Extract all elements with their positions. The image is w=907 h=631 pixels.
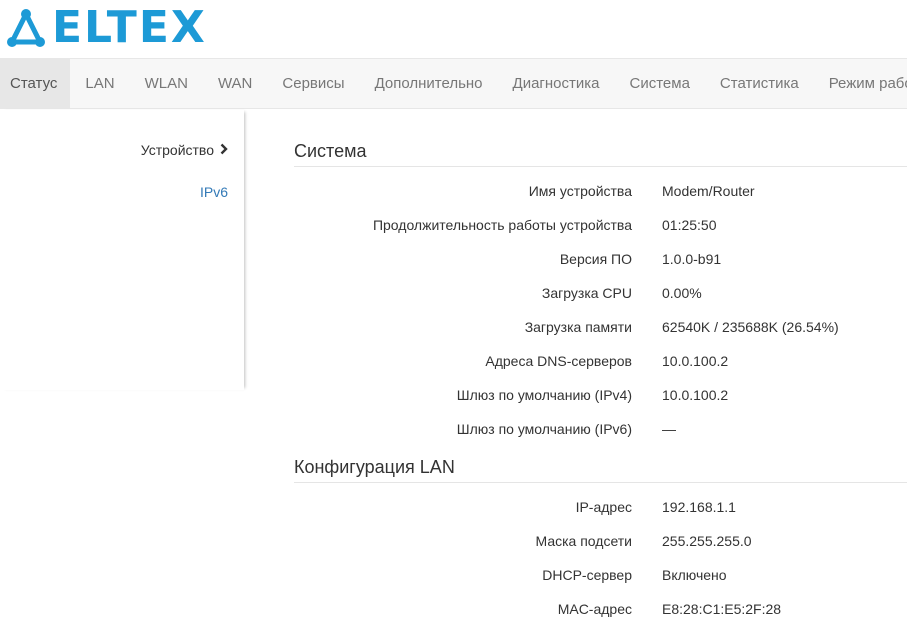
main-navbar: Статус LAN WLAN WAN Сервисы Дополнительн… <box>0 58 907 109</box>
info-row: Маска подсети 255.255.255.0 <box>294 531 907 551</box>
system-section-title: Система <box>294 141 907 167</box>
row-value: Включено <box>662 567 727 583</box>
row-label: Маска подсети <box>535 533 633 549</box>
info-row: Загрузка CPU 0.00% <box>294 283 907 303</box>
row-label: Загрузка памяти <box>524 319 632 335</box>
info-row: IP-адрес 192.168.1.1 <box>294 497 907 517</box>
nav-tab-status[interactable]: Статус <box>0 59 71 108</box>
row-value: 62540K / 235688K (26.54%) <box>662 319 839 335</box>
row-value: 10.0.100.2 <box>662 353 729 369</box>
chevron-right-icon <box>220 142 228 158</box>
info-row: Шлюз по умолчанию (IPv4) 10.0.100.2 <box>294 385 907 405</box>
nav-tab-wan[interactable]: WAN <box>203 59 267 108</box>
row-value: 192.168.1.1 <box>662 499 736 515</box>
row-label: Продолжительность работы устройства <box>372 217 632 233</box>
row-value: Modem/Router <box>662 183 755 199</box>
nav-tab-operation-mode[interactable]: Режим работы <box>814 59 907 108</box>
nav-tab-services[interactable]: Сервисы <box>267 59 359 108</box>
nav-tab-system[interactable]: Система <box>615 59 705 108</box>
sidebar-item-ipv6[interactable]: IPv6 <box>200 184 228 200</box>
nav-tab-lan[interactable]: LAN <box>70 59 129 108</box>
nav-tab-diagnostics[interactable]: Диагностика <box>498 59 615 108</box>
side-menu: Устройство IPv6 <box>0 110 244 390</box>
row-label: Версия ПО <box>559 251 632 267</box>
info-row: DHCP-сервер Включено <box>294 565 907 585</box>
row-value: 1.0.0-b91 <box>662 251 722 267</box>
lan-section-title: Конфигурация LAN <box>294 457 907 483</box>
row-label: IP-адрес <box>575 499 632 515</box>
row-value: 255.255.255.0 <box>662 533 752 549</box>
nav-tab-statistics[interactable]: Статистика <box>705 59 814 108</box>
row-label: DHCP-сервер <box>542 567 632 583</box>
eltex-logo-text: ELTEX <box>52 2 207 53</box>
sidebar-item-label: Устройство <box>140 142 214 158</box>
sidebar-item-device[interactable]: Устройство <box>141 142 228 158</box>
row-label: Адреса DNS-серверов <box>485 353 632 369</box>
eltex-logo: ELTEX <box>4 6 207 50</box>
nav-tab-advanced[interactable]: Дополнительно <box>360 59 498 108</box>
row-value: 01:25:50 <box>662 217 717 233</box>
row-label: Шлюз по умолчанию (IPv4) <box>456 387 632 403</box>
row-label: MAC-адрес <box>557 601 632 617</box>
info-row: Шлюз по умолчанию (IPv6) — <box>294 419 907 439</box>
row-label: Шлюз по умолчанию (IPv6) <box>456 421 632 437</box>
row-value: 0.00% <box>662 285 702 301</box>
info-row: MAC-адрес E8:28:C1:E5:2F:28 <box>294 599 907 619</box>
info-row: Загрузка памяти 62540K / 235688K (26.54%… <box>294 317 907 337</box>
row-value: E8:28:C1:E5:2F:28 <box>662 601 782 617</box>
nav-tab-wlan[interactable]: WLAN <box>130 59 203 108</box>
info-row: Адреса DNS-серверов 10.0.100.2 <box>294 351 907 371</box>
eltex-logo-icon <box>7 9 45 47</box>
info-row: Имя устройства Modem/Router <box>294 181 907 201</box>
info-row: Версия ПО 1.0.0-b91 <box>294 249 907 269</box>
row-label: Загрузка CPU <box>541 285 632 301</box>
row-label: Имя устройства <box>528 183 632 199</box>
row-value: — <box>662 421 676 437</box>
row-value: 10.0.100.2 <box>662 387 729 403</box>
info-row: Продолжительность работы устройства 01:2… <box>294 215 907 235</box>
